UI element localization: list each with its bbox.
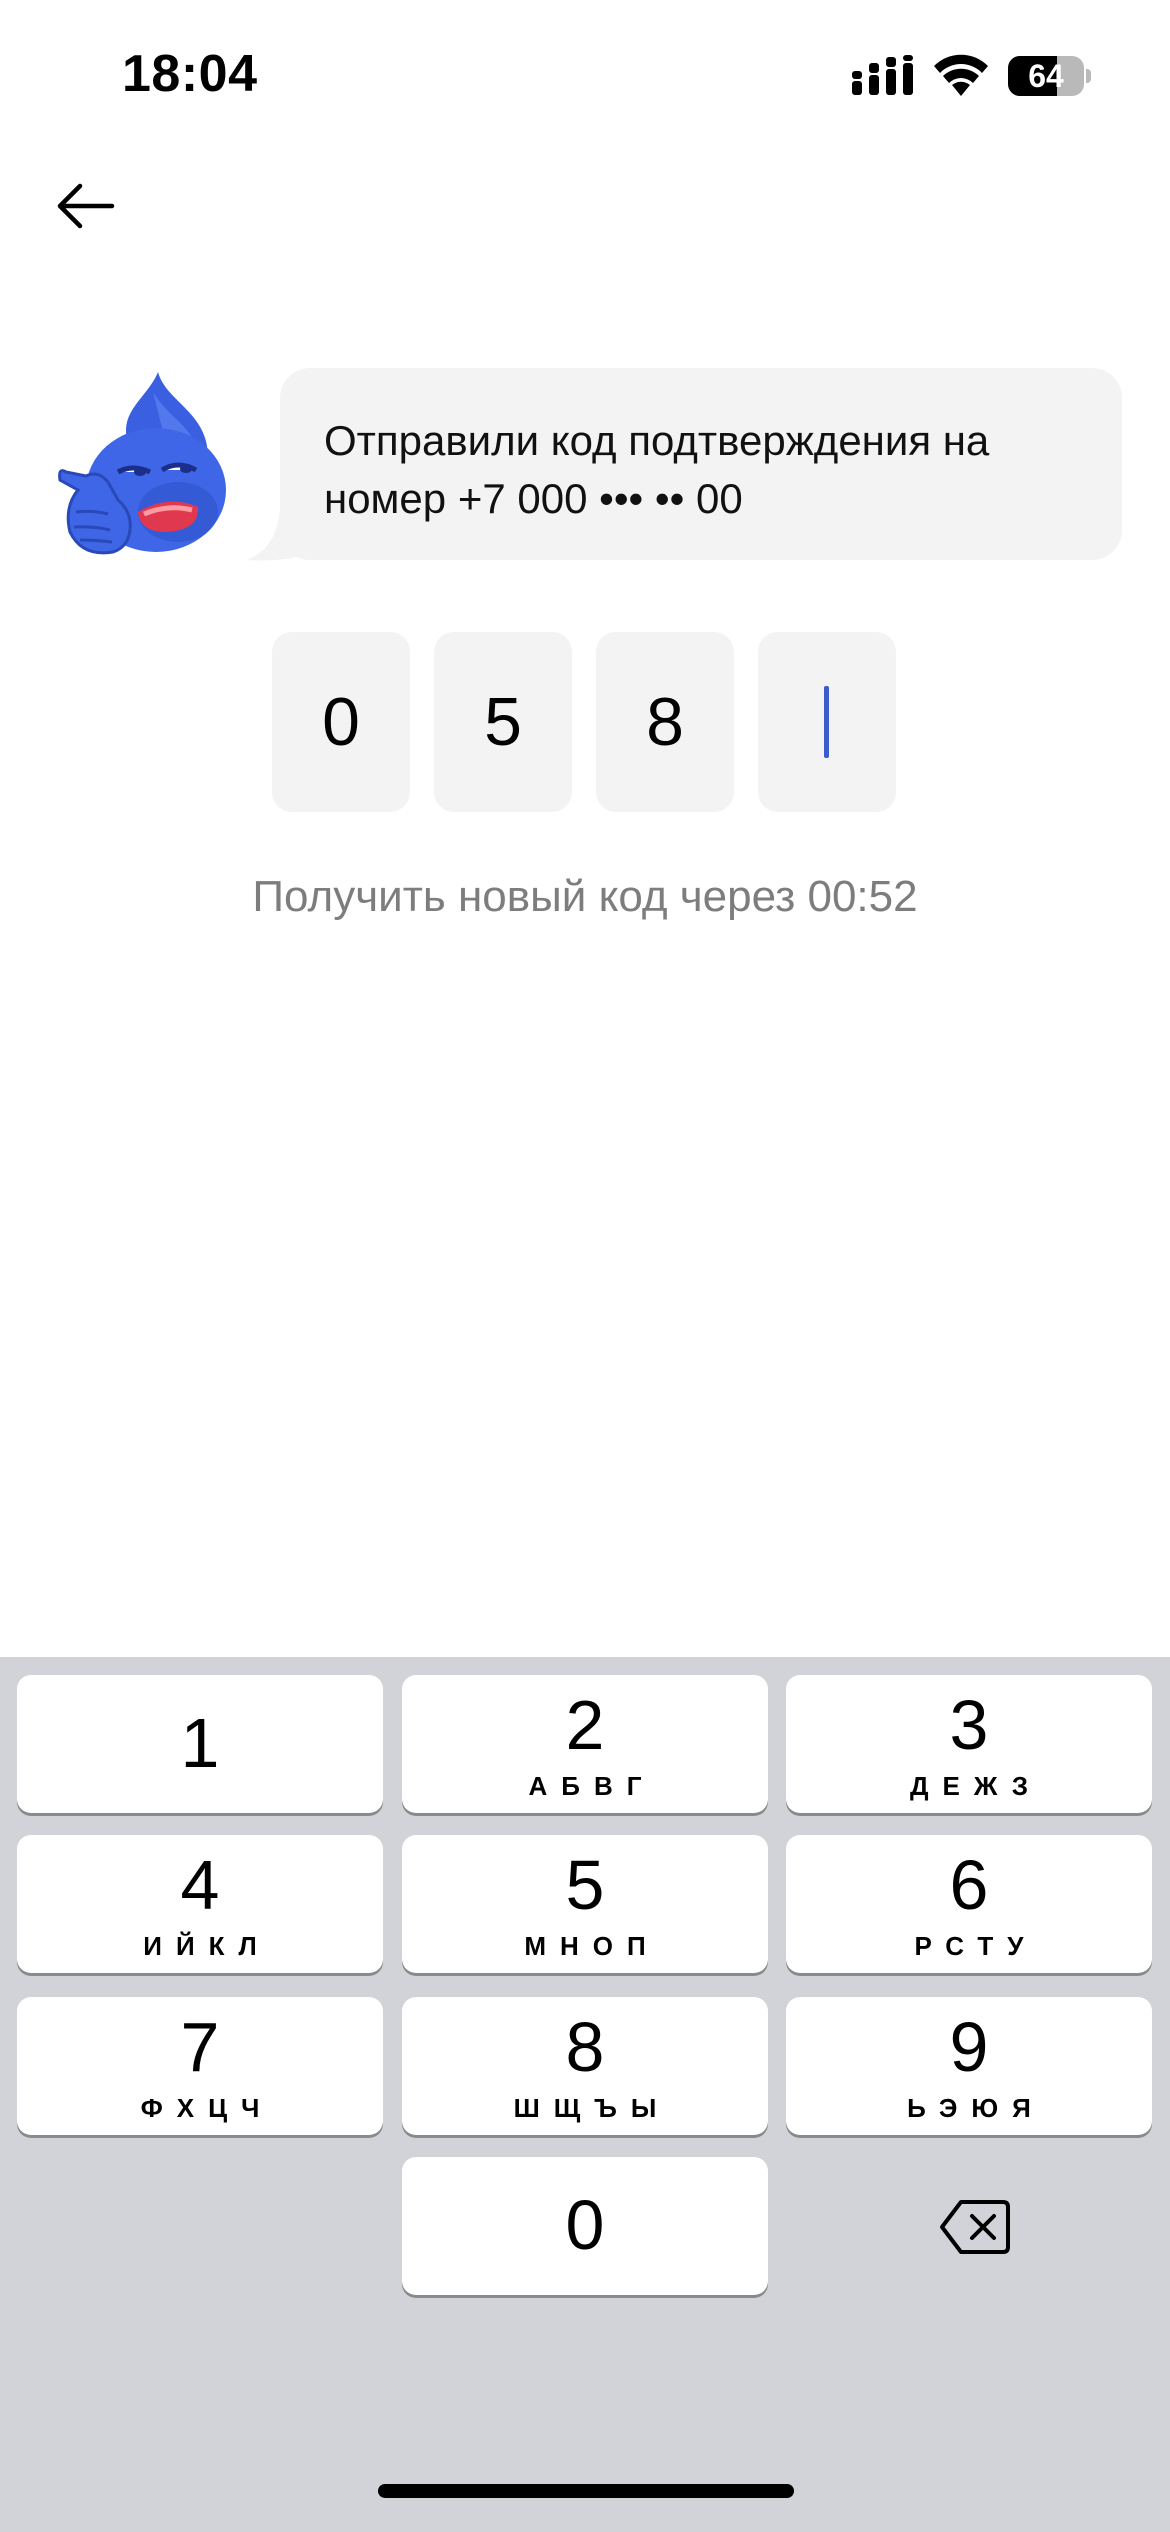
- numeric-keypad: 1 2 АБВГ 3 ДЕЖЗ 4 ИЙКЛ 5 МНОП 6 РСТУ 7 Ф…: [0, 1657, 1170, 2532]
- key-letters: АБВГ: [528, 1771, 656, 1801]
- status-time: 18:04: [122, 45, 258, 103]
- message-line-1: Отправили код подтверждения на: [324, 417, 990, 464]
- key-7[interactable]: 7 ФХЦЧ: [17, 1997, 383, 2135]
- key-digit: 4: [180, 1846, 220, 1924]
- text-caret: [824, 686, 829, 758]
- key-6[interactable]: 6 РСТУ: [786, 1835, 1152, 1973]
- key-digit: 7: [180, 2008, 220, 2086]
- key-1[interactable]: 1: [17, 1675, 383, 1813]
- code-digit-4[interactable]: [758, 632, 896, 812]
- cellular-signal-icon: [852, 55, 913, 95]
- key-3[interactable]: 3 ДЕЖЗ: [786, 1675, 1152, 1813]
- key-0[interactable]: 0: [402, 2157, 768, 2295]
- key-digit: 0: [565, 2186, 605, 2264]
- key-digit: 1: [180, 1704, 220, 1782]
- arrow-left-icon: [57, 183, 115, 229]
- key-8[interactable]: 8 ШЩЪЫ: [402, 1997, 768, 2135]
- code-digit-2[interactable]: 5: [434, 632, 572, 812]
- home-indicator[interactable]: [378, 2484, 794, 2498]
- avatar: [58, 372, 226, 555]
- key-5[interactable]: 5 МНОП: [402, 1835, 768, 1973]
- resend-countdown: Получить новый код через 00:52: [252, 872, 918, 921]
- key-digit: 5: [565, 1846, 605, 1924]
- key-letters: МНОП: [524, 1931, 660, 1961]
- key-letters: ИЙКЛ: [143, 1931, 271, 1961]
- message-bubble: Отправили код подтверждения на номер +7 …: [280, 368, 1122, 560]
- backspace-icon: [940, 2200, 1010, 2254]
- backspace-button[interactable]: [786, 2157, 1152, 2295]
- code-digit-1[interactable]: 0: [272, 632, 410, 812]
- battery-icon: 64: [1008, 56, 1091, 96]
- key-4[interactable]: 4 ИЙКЛ: [17, 1835, 383, 1973]
- key-letters: РСТУ: [914, 1931, 1038, 1961]
- back-button[interactable]: [46, 170, 126, 242]
- key-digit: 6: [949, 1846, 989, 1924]
- message-line-2: номер +7 000 ••• •• 00: [324, 475, 743, 522]
- key-letters: ДЕЖЗ: [910, 1771, 1042, 1801]
- key-digit: 2: [565, 1686, 605, 1764]
- code-digit-3[interactable]: 8: [596, 632, 734, 812]
- key-9[interactable]: 9 ЬЭЮЯ: [786, 1997, 1152, 2135]
- wifi-icon: [934, 54, 988, 96]
- key-letters: ФХЦЧ: [140, 2093, 274, 2123]
- key-digit: 3: [949, 1686, 989, 1764]
- key-letters: ШЩЪЫ: [513, 2093, 671, 2123]
- key-digit: 8: [565, 2008, 605, 2086]
- code-input[interactable]: 0 5 8: [272, 632, 900, 812]
- key-letters: ЬЭЮЯ: [907, 2093, 1045, 2123]
- key-2[interactable]: 2 АБВГ: [402, 1675, 768, 1813]
- key-digit: 9: [949, 2008, 989, 2086]
- battery-level: 64: [1028, 58, 1064, 94]
- status-bar: 18:04 64: [0, 0, 1170, 150]
